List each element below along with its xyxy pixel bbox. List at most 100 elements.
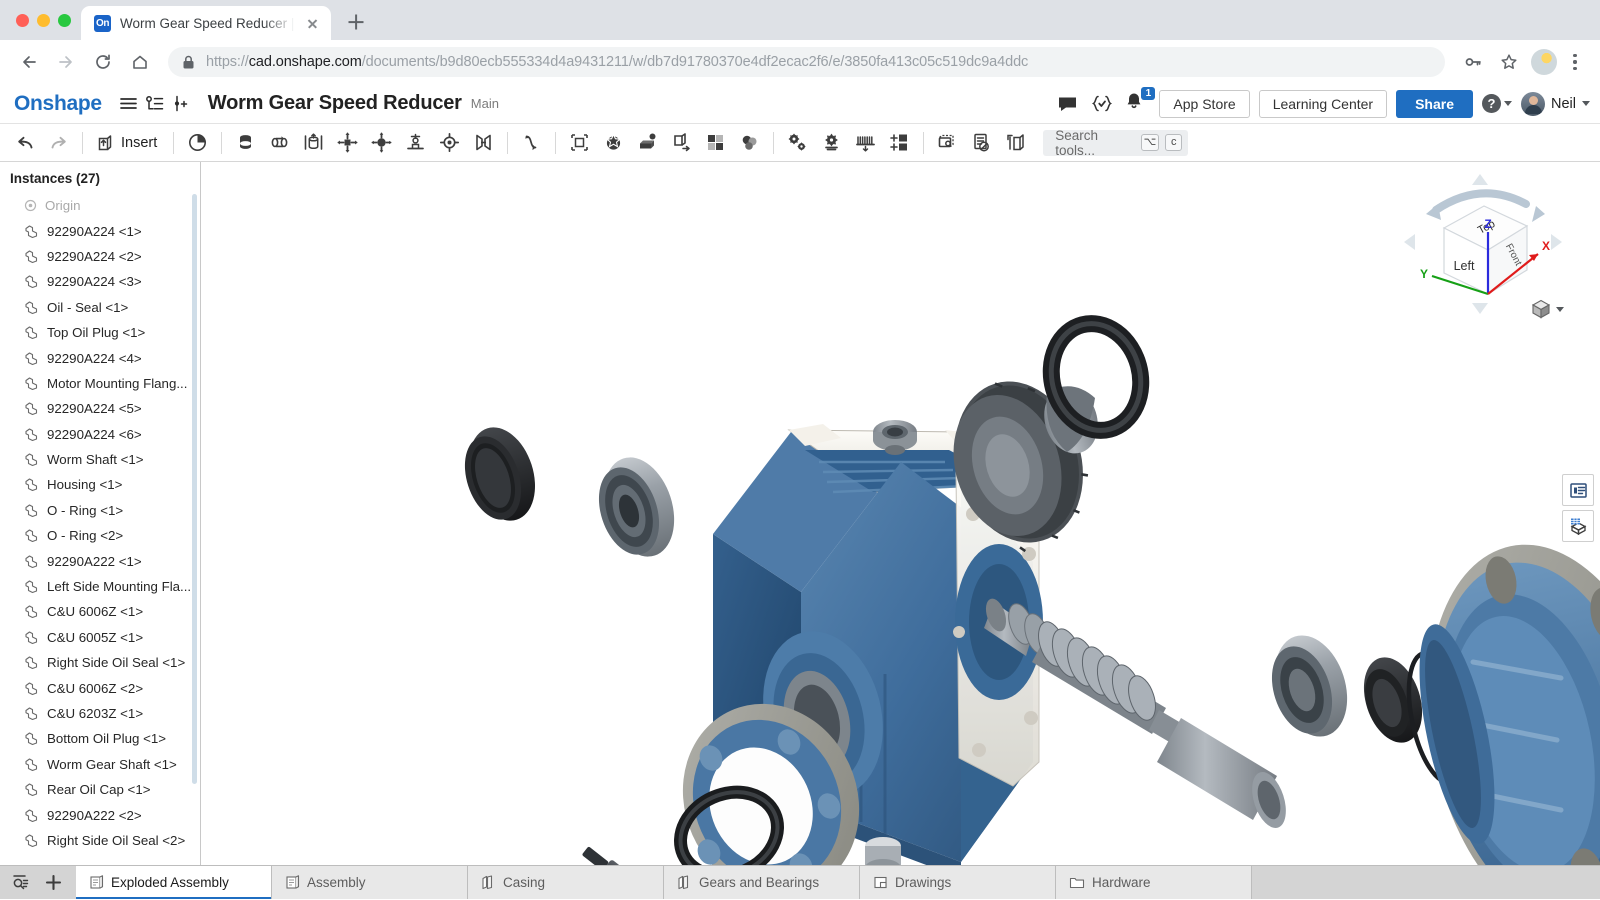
add-version-icon[interactable]	[168, 91, 194, 117]
new-tab-button[interactable]	[341, 7, 371, 37]
bearing-part-right[interactable]	[1261, 626, 1359, 746]
instance-row[interactable]: Origin	[0, 193, 200, 218]
learning-center-button[interactable]: Learning Center	[1259, 90, 1387, 118]
app-store-button[interactable]: App Store	[1159, 90, 1249, 118]
assembly-list-panel-icon[interactable]	[1562, 474, 1594, 506]
hamburger-menu-icon[interactable]	[116, 91, 142, 117]
instance-row[interactable]: Left Side Mounting Fla...	[0, 574, 200, 599]
browser-tab[interactable]: On Worm Gear Speed Reducer | Ex	[81, 6, 331, 40]
instance-row[interactable]: 92290A224 <1>	[0, 218, 200, 243]
browser-menu-kebab-icon[interactable]	[1562, 49, 1588, 75]
instance-row[interactable]: O - Ring <1>	[0, 498, 200, 523]
ball-mate-icon[interactable]	[433, 127, 466, 159]
instance-row[interactable]: 92290A222 <1>	[0, 548, 200, 573]
view-cube-arrow-down[interactable]	[1472, 303, 1488, 314]
instance-row[interactable]: Bottom Oil Plug <1>	[0, 726, 200, 751]
minimize-window-button[interactable]	[37, 14, 50, 27]
add-tab-icon[interactable]	[39, 869, 67, 897]
instance-row[interactable]: Housing <1>	[0, 472, 200, 497]
pattern-icon[interactable]	[699, 127, 732, 159]
instance-row[interactable]: C&U 6005Z <1>	[0, 625, 200, 650]
instance-row[interactable]: 92290A224 <4>	[0, 345, 200, 370]
home-icon[interactable]	[123, 45, 157, 79]
view-mode-button[interactable]	[1530, 298, 1564, 320]
notifications-button[interactable]: 1	[1124, 91, 1150, 117]
featurescript-icon[interactable]	[1089, 91, 1115, 117]
reload-icon[interactable]	[86, 45, 120, 79]
instance-row[interactable]: Right Side Oil Seal <1>	[0, 650, 200, 675]
instance-row[interactable]: Oil - Seal <1>	[0, 295, 200, 320]
pin-slot-mate-icon[interactable]	[399, 127, 432, 159]
instance-row[interactable]: Rear Oil Cap <1>	[0, 777, 200, 802]
instance-row[interactable]: 92290A224 <3>	[0, 269, 200, 294]
instance-row[interactable]: Top Oil Plug <1>	[0, 320, 200, 345]
explode-view-icon[interactable]	[181, 127, 214, 159]
rear-oil-cap-part[interactable]	[455, 419, 546, 529]
bottom-oil-plug-part[interactable]	[865, 837, 901, 865]
sheet-tab-exploded-assembly[interactable]: Exploded Assembly	[76, 866, 272, 899]
user-menu[interactable]: Neil	[1521, 92, 1590, 116]
instance-row[interactable]: O - Ring <2>	[0, 523, 200, 548]
worm-gear-speed-reducer-exploded-assembly[interactable]	[201, 162, 1600, 865]
sheet-tab-drawings[interactable]: Drawings	[860, 866, 1056, 899]
chevron-down-icon[interactable]	[1556, 307, 1564, 312]
back-arrow-icon[interactable]	[12, 45, 46, 79]
share-button[interactable]: Share	[1396, 90, 1473, 118]
graphics-viewport[interactable]: Top Left Front Z Y X	[201, 162, 1600, 865]
instance-row[interactable]: C&U 6006Z <2>	[0, 675, 200, 700]
gear-relation-icon[interactable]	[781, 127, 814, 159]
sheet-tab-hardware[interactable]: Hardware	[1056, 866, 1252, 899]
instance-row[interactable]: C&U 6203Z <1>	[0, 701, 200, 726]
view-cube-arrow-up[interactable]	[1472, 174, 1488, 185]
sheet-tab-gears-and-bearings[interactable]: Gears and Bearings	[664, 866, 860, 899]
onshape-logo[interactable]: Onshape	[14, 92, 102, 116]
instance-row[interactable]: Motor Mounting Flang...	[0, 371, 200, 396]
branch-label[interactable]: Main	[471, 96, 499, 111]
forward-arrow-icon[interactable]	[49, 45, 83, 79]
close-icon[interactable]	[304, 15, 321, 32]
insert-button[interactable]: Insert	[90, 127, 166, 159]
instance-row[interactable]: 92290A224 <2>	[0, 244, 200, 269]
motor-mounting-flange-part[interactable]	[1395, 522, 1600, 865]
maximize-window-button[interactable]	[58, 14, 71, 27]
view-cube-arrow-right[interactable]	[1551, 234, 1562, 250]
bearing-part-left[interactable]	[588, 448, 686, 565]
search-tabs-icon[interactable]	[7, 869, 35, 897]
planar-mate-icon[interactable]	[331, 127, 364, 159]
tangent-mate-icon[interactable]	[515, 127, 548, 159]
undo-icon[interactable]	[8, 127, 41, 159]
instances-scrollbar[interactable]	[192, 194, 197, 784]
appearance-panel-icon[interactable]	[1562, 510, 1594, 542]
fastened-mate-icon[interactable]	[229, 127, 262, 159]
screw-relation-icon[interactable]	[815, 127, 848, 159]
address-bar[interactable]: https://cad.onshape.com/documents/b9d80e…	[168, 47, 1445, 77]
instance-row[interactable]: 92290A224 <5>	[0, 396, 200, 421]
instance-row[interactable]: 92290A224 <6>	[0, 422, 200, 447]
instance-row[interactable]: C&U 6006Z <1>	[0, 599, 200, 624]
replicate-icon[interactable]	[631, 127, 664, 159]
instance-row[interactable]: 92290A222 <2>	[0, 802, 200, 827]
group-mate-icon[interactable]	[563, 127, 596, 159]
display-state-icon[interactable]	[931, 127, 964, 159]
cylindrical-mate-icon[interactable]	[365, 127, 398, 159]
view-cube-arrow-left[interactable]	[1404, 234, 1415, 250]
browser-profile-avatar[interactable]	[1531, 49, 1557, 75]
instance-row[interactable]: Right Side Oil Seal <2>	[0, 828, 200, 853]
parallel-mate-icon[interactable]	[467, 127, 500, 159]
help-menu[interactable]: ?	[1482, 94, 1512, 113]
sheet-tab-casing[interactable]: Casing	[468, 866, 664, 899]
bill-of-materials-icon[interactable]	[965, 127, 998, 159]
boolean-icon[interactable]	[733, 127, 766, 159]
star-bookmark-icon[interactable]	[1492, 45, 1526, 79]
page-title[interactable]: Worm Gear Speed Reducer	[208, 92, 462, 115]
revolute-mate-icon[interactable]	[263, 127, 296, 159]
search-tools-input[interactable]: Search tools... ⌥ c	[1043, 130, 1188, 156]
instance-row[interactable]: Worm Gear Shaft <1>	[0, 752, 200, 777]
transform-instance-icon[interactable]	[665, 127, 698, 159]
insert-feature-icon[interactable]	[883, 127, 916, 159]
instance-row[interactable]: Worm Shaft <1>	[0, 447, 200, 472]
rack-pinion-relation-icon[interactable]	[849, 127, 882, 159]
close-window-button[interactable]	[16, 14, 29, 27]
version-graph-icon[interactable]	[142, 91, 168, 117]
mate-connector-icon[interactable]	[597, 127, 630, 159]
